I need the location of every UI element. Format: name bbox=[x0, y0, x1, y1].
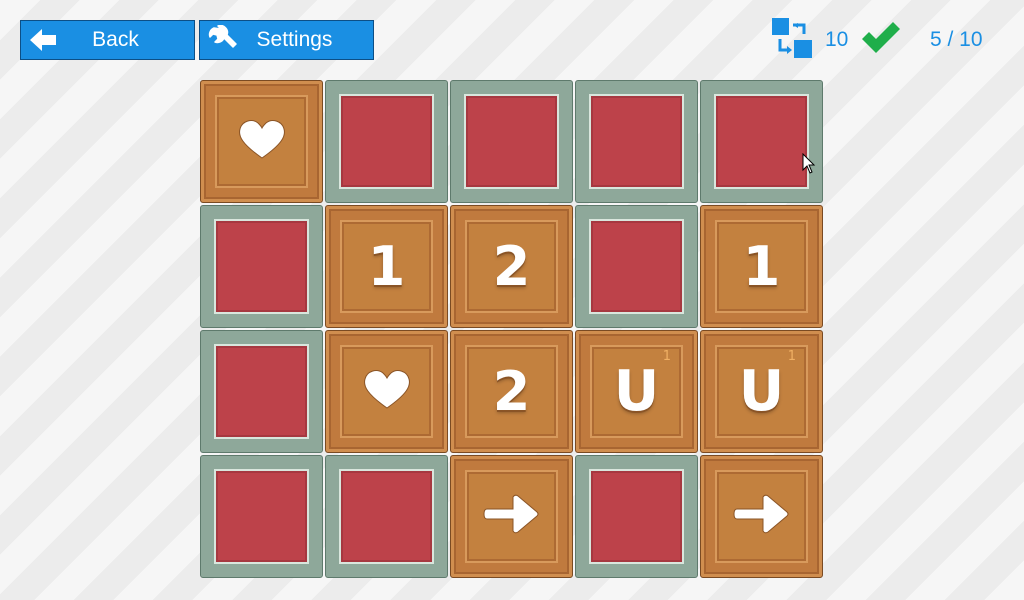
crate-tile[interactable]: 2 bbox=[450, 330, 573, 453]
empty-tile[interactable] bbox=[325, 80, 448, 203]
u-turn-glyph: U bbox=[738, 358, 785, 424]
turn-count-badge: 1 bbox=[662, 349, 671, 364]
arrow-right-icon bbox=[482, 492, 541, 541]
crate-face bbox=[715, 470, 808, 563]
crate-tile[interactable] bbox=[450, 455, 573, 578]
crate-face: 2 bbox=[465, 345, 558, 438]
empty-slot bbox=[339, 94, 434, 189]
crate-tile[interactable]: 2 bbox=[450, 205, 573, 328]
empty-tile[interactable] bbox=[575, 455, 698, 578]
moves-counter: 10 bbox=[771, 17, 849, 64]
empty-slot bbox=[714, 94, 809, 189]
back-button[interactable]: Back bbox=[20, 20, 195, 60]
crate-face bbox=[340, 345, 433, 438]
empty-tile[interactable] bbox=[700, 80, 823, 203]
progress-count: 5 / 10 bbox=[930, 28, 983, 51]
checkmark-icon bbox=[860, 20, 902, 61]
crate-face bbox=[215, 95, 308, 188]
crate-tile[interactable]: 1 bbox=[325, 205, 448, 328]
empty-slot bbox=[339, 469, 434, 564]
crate-face: 1 bbox=[715, 220, 808, 313]
u-turn-glyph: U bbox=[613, 358, 660, 424]
empty-tile[interactable] bbox=[450, 80, 573, 203]
turn-count-badge: 1 bbox=[787, 349, 796, 364]
empty-slot bbox=[214, 219, 309, 314]
number-glyph: 1 bbox=[742, 234, 781, 298]
back-button-label: Back bbox=[92, 28, 139, 51]
heart-icon bbox=[363, 368, 411, 415]
empty-slot bbox=[214, 469, 309, 564]
empty-tile[interactable] bbox=[575, 80, 698, 203]
empty-tile[interactable] bbox=[200, 205, 323, 328]
crate-tile[interactable]: 1 bbox=[700, 205, 823, 328]
number-glyph: 1 bbox=[367, 234, 406, 298]
number-glyph: 2 bbox=[492, 359, 531, 423]
crate-tile[interactable] bbox=[200, 80, 323, 203]
crate-face bbox=[465, 470, 558, 563]
empty-slot bbox=[589, 94, 684, 189]
arrow-right-icon bbox=[732, 492, 791, 541]
wrench-icon bbox=[200, 20, 244, 60]
settings-button-label: Settings bbox=[256, 28, 333, 51]
empty-tile[interactable] bbox=[325, 455, 448, 578]
empty-slot bbox=[464, 94, 559, 189]
empty-slot bbox=[589, 469, 684, 564]
empty-slot bbox=[214, 344, 309, 439]
puzzle-board: 1212U1U1 bbox=[200, 80, 824, 580]
crate-tile[interactable] bbox=[325, 330, 448, 453]
empty-slot bbox=[589, 219, 684, 314]
crate-face: 2 bbox=[465, 220, 558, 313]
crate-tile[interactable]: U1 bbox=[700, 330, 823, 453]
empty-tile[interactable] bbox=[200, 455, 323, 578]
heart-icon bbox=[238, 118, 286, 165]
empty-tile[interactable] bbox=[200, 330, 323, 453]
empty-tile[interactable] bbox=[575, 205, 698, 328]
number-glyph: 2 bbox=[492, 234, 531, 298]
settings-button[interactable]: Settings bbox=[199, 20, 374, 60]
crate-tile[interactable]: U1 bbox=[575, 330, 698, 453]
crate-face: 1 bbox=[340, 220, 433, 313]
moves-count: 10 bbox=[825, 28, 849, 51]
mouse-cursor-icon bbox=[802, 153, 816, 174]
progress-indicator: 5 / 10 bbox=[860, 18, 983, 62]
arrow-left-icon bbox=[21, 20, 65, 60]
swap-icon bbox=[771, 17, 813, 64]
crate-tile[interactable] bbox=[700, 455, 823, 578]
